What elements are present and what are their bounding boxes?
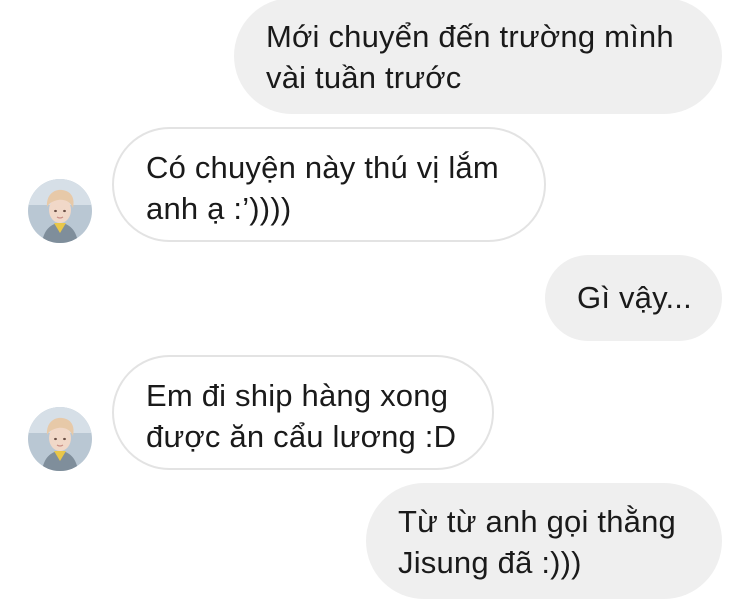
message-text-line: Em đi ship hàng xong — [146, 378, 449, 413]
message-text-line: Jisung đã :))) — [398, 545, 582, 580]
message-text-line: vài tuần trước — [266, 60, 462, 95]
message-text-line: Từ từ anh gọi thằng — [398, 504, 676, 539]
message-text-line: Có chuyện này thú vị lắm — [146, 150, 499, 185]
message-bubble-sent[interactable]: Gì vậy... — [545, 255, 722, 341]
avatar-photo-icon — [28, 407, 92, 471]
avatar[interactable] — [28, 407, 92, 471]
message-bubble-received[interactable]: Em đi ship hàng xong được ăn cẩu lương :… — [112, 355, 494, 470]
message-text-line: anh ạ :’)))) — [146, 191, 292, 226]
avatar[interactable] — [28, 179, 92, 243]
avatar-photo-icon — [28, 179, 92, 243]
message-text-line: Gì vậy... — [577, 280, 692, 315]
message-bubble-sent[interactable]: Mới chuyển đến trường mình vài tuần trướ… — [234, 0, 722, 114]
message-bubble-sent[interactable]: Từ từ anh gọi thằng Jisung đã :))) — [366, 483, 722, 599]
message-text-line: được ăn cẩu lương :D — [146, 419, 457, 454]
message-bubble-received[interactable]: Có chuyện này thú vị lắm anh ạ :’)))) — [112, 127, 546, 242]
message-text-line: Mới chuyển đến trường mình — [266, 19, 674, 54]
